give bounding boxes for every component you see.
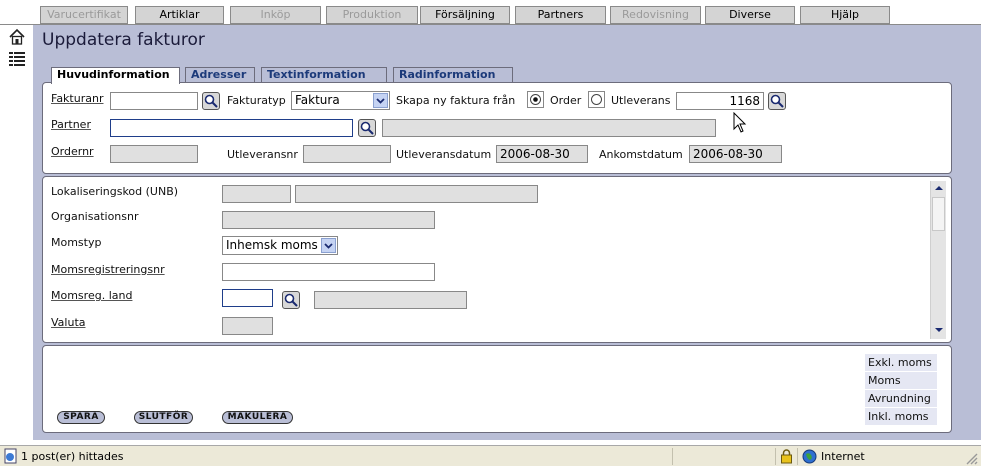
menu-inkop[interactable]: Inköp [230, 6, 321, 24]
menu-hjalp[interactable]: Hjälp [800, 6, 890, 24]
ankomstdatum-label: Ankomstdatum [599, 148, 683, 161]
sum-avrundning: Avrundning [865, 390, 937, 407]
partner-search-button[interactable] [358, 119, 376, 137]
fakturanr-field[interactable] [110, 92, 198, 110]
order-label: Order [550, 94, 582, 107]
momstyp-select[interactable]: Inhemsk moms [222, 236, 338, 255]
home-icon[interactable] [8, 28, 26, 46]
ordernr-field [110, 145, 198, 163]
order-radio[interactable] [527, 91, 544, 108]
main-content: Uppdatera fakturor Huvudinformation Adre… [33, 25, 981, 440]
mouse-cursor-icon [733, 112, 747, 133]
momsreg-land-search-button[interactable] [282, 291, 300, 309]
status-zone: Internet [821, 450, 865, 463]
utleverans-radio[interactable] [588, 91, 605, 108]
menu-artiklar[interactable]: Artiklar [135, 6, 224, 24]
radio-empty-icon [591, 94, 602, 105]
makulera-button[interactable]: MAKULERA [222, 411, 293, 424]
momsreg-land-label: Momsreg. land [51, 289, 133, 302]
detail-panel: Lokaliseringskod (UNB) Organisationsnr M… [42, 176, 952, 343]
chevron-down-icon [321, 238, 336, 253]
momsreg-land-name-field [314, 291, 467, 309]
partner-field[interactable] [110, 119, 353, 137]
fakturatyp-label: Fakturatyp [227, 94, 286, 107]
tab-huvudinformation[interactable]: Huvudinformation [51, 67, 180, 84]
status-message: 1 post(er) hittades [21, 450, 124, 463]
detail-scrollbar[interactable] [930, 181, 946, 339]
scroll-down-icon[interactable] [933, 325, 945, 335]
left-toolbar [0, 25, 33, 440]
valuta-label: Valuta [51, 316, 86, 329]
chevron-down-icon [373, 93, 388, 108]
scroll-up-icon[interactable] [933, 183, 945, 193]
lokaliseringskod-name-field [295, 185, 538, 203]
top-navigation: Varucertifikat Artiklar Inköp Produktion… [0, 0, 981, 25]
menu-forsaljning[interactable]: Försäljning [420, 6, 510, 24]
fakturanr-label: Fakturanr [51, 92, 104, 105]
search-icon [204, 94, 218, 108]
fakturatyp-select[interactable]: Faktura [291, 91, 390, 110]
search-icon [360, 121, 374, 135]
fakturanr-search-button[interactable] [202, 92, 220, 110]
tab-radinformation[interactable]: Radinformation [393, 67, 513, 83]
utleveransnr-field [303, 145, 391, 163]
globe-icon [802, 449, 817, 464]
momstyp-value: Inhemsk moms [226, 238, 318, 252]
utleverans-field[interactable]: 1168 [676, 92, 764, 110]
menu-diverse[interactable]: Diverse [705, 6, 795, 24]
momsreg-land-field[interactable] [222, 289, 273, 307]
utleveransdatum-label: Utleveransdatum [396, 148, 492, 161]
lock-icon [781, 449, 792, 464]
skapa-ny-faktura-label: Skapa ny faktura från [396, 94, 516, 107]
ordernr-label: Ordernr [51, 145, 94, 158]
header-panel: Fakturanr Fakturatyp Faktura Skapa ny fa… [42, 82, 952, 174]
organisationsnr-field [222, 211, 435, 229]
status-cell [672, 448, 772, 465]
menu-partners[interactable]: Partners [515, 6, 606, 24]
utleveransdatum-field: 2006-08-30 [496, 145, 588, 163]
sum-exkl-moms: Exkl. moms [865, 354, 937, 371]
search-icon [284, 293, 298, 307]
spara-button[interactable]: SPARA [57, 411, 105, 424]
search-icon [770, 94, 784, 108]
momsregistreringsnr-field[interactable] [222, 263, 435, 281]
valuta-field [222, 317, 273, 335]
menu-redovisning[interactable]: Redovisning [610, 6, 701, 24]
utleverans-search-button[interactable] [768, 92, 786, 110]
ankomstdatum-field: 2006-08-30 [689, 145, 782, 163]
fakturatyp-value: Faktura [295, 93, 340, 107]
footer-panel: SPARA SLUTFÖR MAKULERA Exkl. moms Moms A… [42, 345, 952, 433]
status-bar: 1 post(er) hittades Internet [0, 445, 981, 466]
partner-name-field [382, 119, 716, 137]
tab-adresser[interactable]: Adresser [185, 67, 255, 83]
organisationsnr-label: Organisationsnr [51, 210, 139, 223]
radio-selected-icon [530, 94, 541, 105]
momstyp-label: Momstyp [51, 236, 102, 249]
lokaliseringskod-field [222, 185, 291, 203]
slutfor-button[interactable]: SLUTFÖR [134, 411, 193, 424]
menu-produktion[interactable]: Produktion [326, 6, 418, 24]
lokaliseringskod-label: Lokaliseringskod (UNB) [51, 185, 179, 198]
status-zone-cell: Internet [797, 448, 961, 465]
utleverans-label: Utleverans [611, 94, 671, 107]
sum-inkl-moms: Inkl. moms [865, 408, 937, 425]
sum-moms: Moms [865, 372, 937, 389]
scrollbar-thumb[interactable] [932, 197, 945, 231]
tab-textinformation[interactable]: Textinformation [261, 67, 387, 83]
page-icon [4, 448, 17, 464]
status-lock-cell [775, 448, 795, 465]
partner-label: Partner [51, 118, 91, 131]
page-title: Uppdatera fakturor [42, 30, 205, 50]
momsregistreringsnr-label: Momsregistreringsnr [51, 263, 165, 276]
resize-grip-icon[interactable] [964, 451, 978, 465]
menu-varucertifikat[interactable]: Varucertifikat [40, 6, 128, 24]
utleveransnr-label: Utleveransnr [227, 148, 298, 161]
list-icon[interactable] [8, 50, 26, 68]
